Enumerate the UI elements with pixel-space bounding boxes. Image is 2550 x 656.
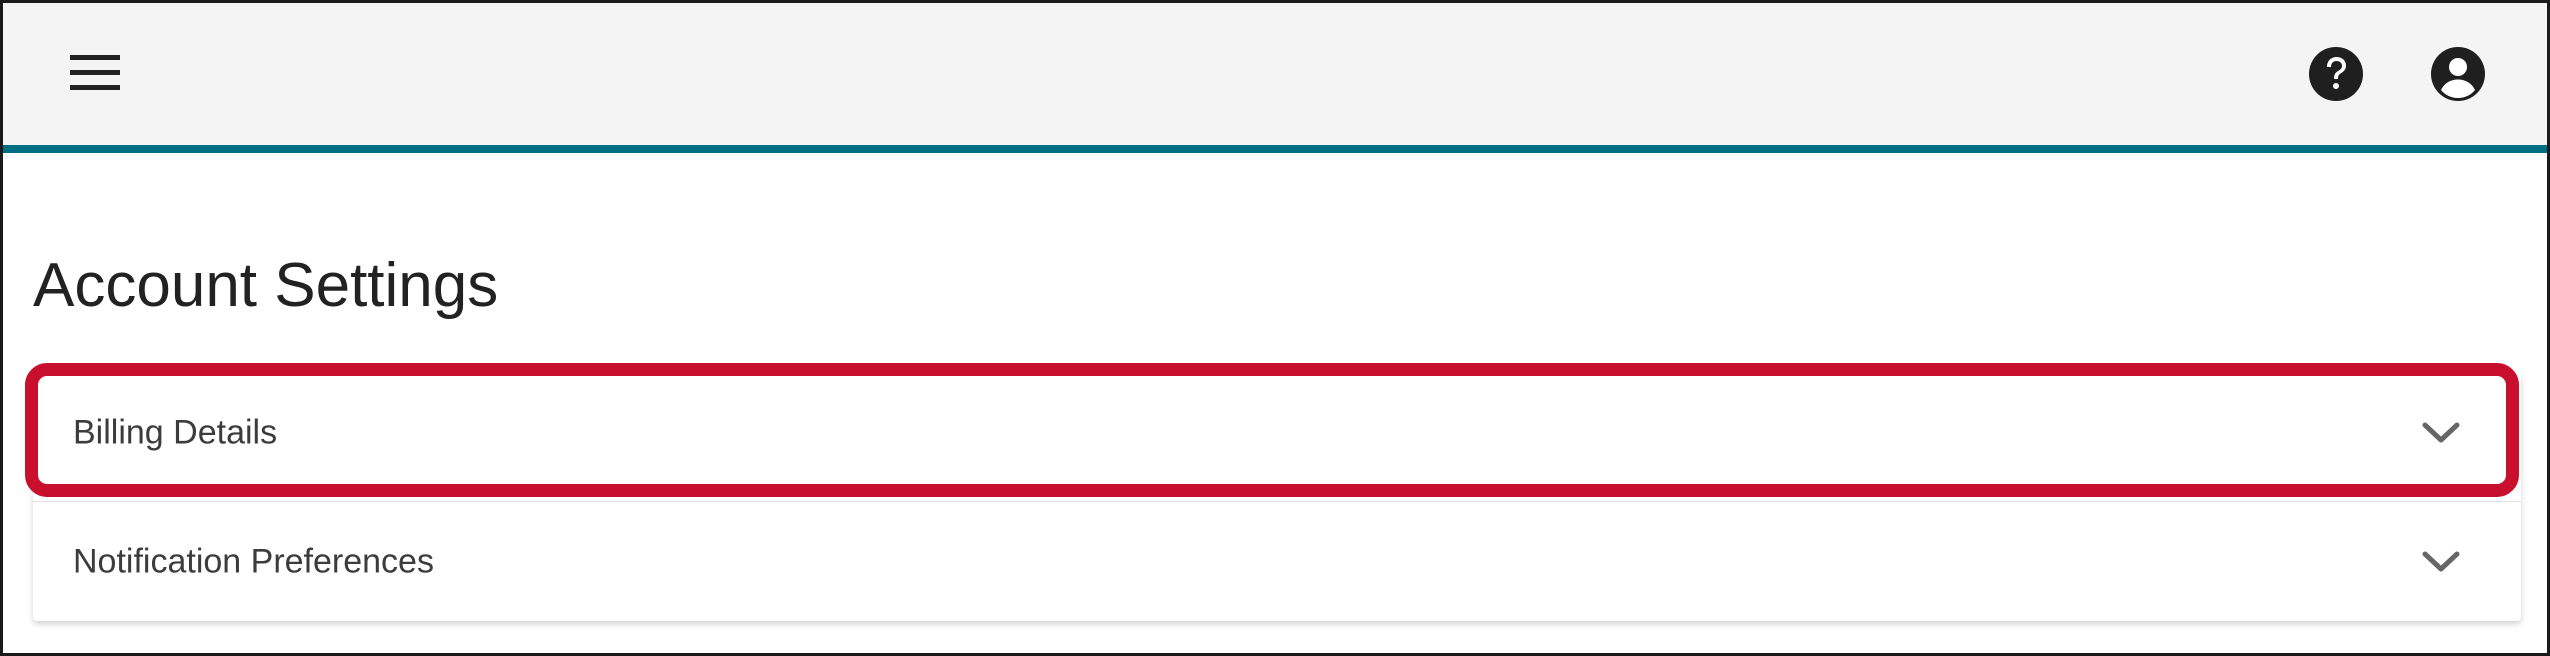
hamburger-menu-icon <box>70 55 120 90</box>
accordion-item-billing-details[interactable]: Billing Details <box>33 373 2521 493</box>
app-window: Account Settings Billing Details Notific… <box>0 0 2550 656</box>
accordion-label-billing-details: Billing Details <box>73 413 278 452</box>
chevron-down-icon <box>2422 422 2460 443</box>
chevron-down-icon <box>2422 551 2460 571</box>
accordion-item-notification-preferences[interactable]: Notification Preferences <box>33 501 2521 621</box>
top-app-bar <box>3 3 2547 153</box>
settings-accordion: Billing Details Notification Preferences <box>33 373 2521 621</box>
help-button[interactable] <box>2305 43 2367 105</box>
account-button[interactable] <box>2427 43 2489 105</box>
menu-button[interactable] <box>55 41 135 105</box>
accordion-label-notification-preferences: Notification Preferences <box>73 542 434 580</box>
help-circle-icon <box>2309 47 2363 101</box>
account-circle-icon <box>2431 47 2485 101</box>
page-title: Account Settings <box>33 251 499 320</box>
